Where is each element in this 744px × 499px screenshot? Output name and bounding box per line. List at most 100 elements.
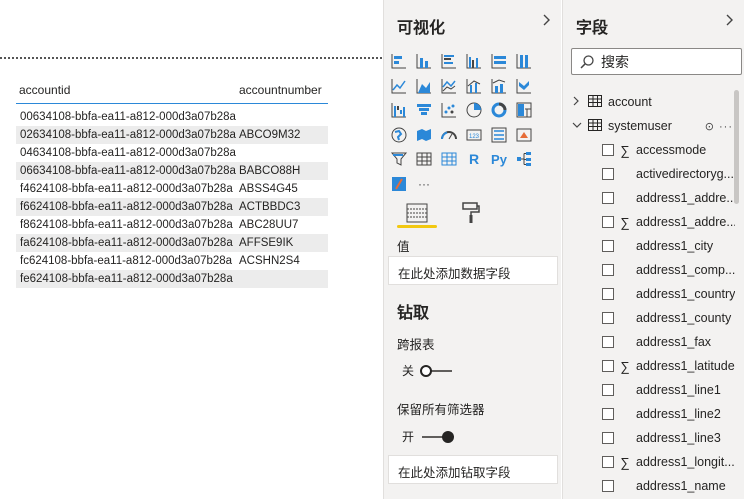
field-item[interactable]: ∑ address1_addre... xyxy=(563,210,735,234)
cross-report-state: 关 xyxy=(402,364,415,378)
field-checkbox[interactable] xyxy=(602,192,614,204)
stacked-bar-chart-icon[interactable] xyxy=(389,51,409,71)
values-drop-well[interactable]: 在此处添加数据字段 xyxy=(388,256,558,285)
field-item[interactable]: address1_city xyxy=(563,234,735,258)
waterfall-chart-icon[interactable] xyxy=(389,100,409,120)
kpi-icon[interactable] xyxy=(514,125,534,145)
field-name: address1_latitude xyxy=(636,359,735,373)
table-node-account[interactable]: account xyxy=(563,90,735,114)
cell-accountid: 00634108-bbfa-ea11-a812-000d3a07b28a xyxy=(20,111,236,123)
field-checkbox[interactable] xyxy=(602,288,614,300)
field-item[interactable]: address1_country xyxy=(563,282,735,306)
multi-row-card-icon[interactable] xyxy=(489,125,509,145)
clustered-bar-chart-icon[interactable] xyxy=(439,51,459,71)
area-chart-icon[interactable] xyxy=(414,76,434,96)
field-checkbox[interactable] xyxy=(602,264,614,276)
chevron-down-icon[interactable] xyxy=(572,120,586,132)
table-visual[interactable]: accountid accountnumber 00634108-bbfa-ea… xyxy=(16,78,328,288)
field-checkbox[interactable] xyxy=(602,216,614,228)
matrix-icon[interactable] xyxy=(439,149,459,169)
chevron-right-icon[interactable] xyxy=(572,96,586,109)
field-item[interactable]: address1_addre... xyxy=(563,186,735,210)
field-item[interactable]: address1_county xyxy=(563,306,735,330)
python-visual-icon[interactable]: Py xyxy=(489,149,509,169)
field-item[interactable]: address1_line2 xyxy=(563,402,735,426)
custom-visual-icon[interactable] xyxy=(389,174,409,194)
funnel-chart-icon[interactable] xyxy=(414,100,434,120)
filled-map-icon[interactable] xyxy=(414,125,434,145)
tab-fields[interactable] xyxy=(397,198,437,228)
more-visuals-icon[interactable]: ··· xyxy=(414,174,434,194)
field-checkbox[interactable] xyxy=(602,432,614,444)
field-item[interactable]: address1_fax xyxy=(563,330,735,354)
table-row[interactable]: 04634108-bbfa-ea11-a812-000d3a07b28a xyxy=(16,144,328,162)
table-row[interactable]: 02634108-bbfa-ea11-a812-000d3a07b28a ABCO… xyxy=(16,126,328,144)
table-icon[interactable] xyxy=(414,149,434,169)
field-item[interactable]: activedirectoryg... xyxy=(563,162,735,186)
field-checkbox[interactable] xyxy=(602,144,614,156)
pie-chart-icon[interactable] xyxy=(464,100,484,120)
table-row[interactable]: fa624108-bbfa-ea11-a812-000d3a07b28a AFFS… xyxy=(16,234,328,252)
stacked-area-chart-icon[interactable] xyxy=(439,76,459,96)
table-row[interactable]: f4624108-bbfa-ea11-a812-000d3a07b28a ABSS… xyxy=(16,180,328,198)
field-item[interactable]: ∑ address1_longit... xyxy=(563,450,735,474)
paint-roller-icon xyxy=(462,202,480,223)
card-icon[interactable]: 123 xyxy=(464,125,484,145)
slicer-icon[interactable] xyxy=(389,149,409,169)
field-checkbox[interactable] xyxy=(602,312,614,324)
table-row[interactable]: fc624108-bbfa-ea11-a812-000d3a07b28a ACSH… xyxy=(16,252,328,270)
line-stacked-column-icon[interactable] xyxy=(489,76,509,96)
cell-accountid: f4624108-bbfa-ea11-a812-000d3a07b28a xyxy=(20,183,233,195)
donut-chart-icon[interactable] xyxy=(489,100,509,120)
100-percent-column-chart-icon[interactable] xyxy=(514,51,534,71)
field-checkbox[interactable] xyxy=(602,240,614,252)
field-item[interactable]: address1_name xyxy=(563,474,735,498)
clustered-column-chart-icon[interactable] xyxy=(464,51,484,71)
cell-accountnumber: ACTBBDC3 xyxy=(239,201,301,213)
decomposition-tree-icon[interactable] xyxy=(514,149,534,169)
field-checkbox[interactable] xyxy=(602,384,614,396)
line-chart-icon[interactable] xyxy=(389,76,409,96)
tab-format[interactable] xyxy=(451,198,491,228)
treemap-icon[interactable] xyxy=(514,100,534,120)
table-row[interactable]: fe624108-bbfa-ea11-a812-000d3a07b28a xyxy=(16,270,328,288)
gauge-icon[interactable] xyxy=(439,125,459,145)
field-checkbox[interactable] xyxy=(602,456,614,468)
field-checkbox[interactable] xyxy=(602,168,614,180)
field-name: address1_name xyxy=(636,479,726,493)
field-item[interactable]: address1_line1 xyxy=(563,378,735,402)
field-checkbox[interactable] xyxy=(602,480,614,492)
field-item[interactable]: ∑ accessmode xyxy=(563,138,735,162)
column-header-accountnumber[interactable]: accountnumber xyxy=(239,83,328,97)
keep-filters-toggle[interactable]: 开 xyxy=(402,428,455,445)
field-checkbox[interactable] xyxy=(602,336,614,348)
search-input[interactable] xyxy=(601,53,731,70)
stacked-column-chart-icon[interactable] xyxy=(414,51,434,71)
line-clustered-column-icon[interactable] xyxy=(464,76,484,96)
map-icon[interactable] xyxy=(389,125,409,145)
table-row[interactable]: f6624108-bbfa-ea11-a812-000d3a07b28a ACTB… xyxy=(16,198,328,216)
chevron-right-icon[interactable] xyxy=(542,13,552,29)
ribbon-chart-icon[interactable] xyxy=(514,76,534,96)
100-percent-bar-chart-icon[interactable] xyxy=(489,51,509,71)
systemuser-fields: ∑ accessmode activedirectoryg... address1_a… xyxy=(563,138,735,498)
field-item[interactable]: address1_line3 xyxy=(563,426,735,450)
fields-search[interactable] xyxy=(571,48,742,75)
drillthrough-drop-well[interactable]: 在此处添加钻取字段 xyxy=(388,455,558,484)
column-header-accountid[interactable]: accountid xyxy=(16,83,239,97)
cross-report-toggle[interactable]: 关 xyxy=(402,362,453,379)
field-checkbox[interactable] xyxy=(602,360,614,372)
field-item[interactable]: address1_comp... xyxy=(563,258,735,282)
chevron-right-icon[interactable] xyxy=(725,13,735,29)
more-options-icon[interactable]: ⊙ ··· xyxy=(705,120,733,133)
table-row[interactable]: 06634108-bbfa-ea11-a812-000d3a07b28a BABC… xyxy=(16,162,328,180)
table-row[interactable]: 00634108-bbfa-ea11-a812-000d3a07b28a xyxy=(16,108,328,126)
fields-scrollbar[interactable] xyxy=(734,90,739,204)
scatter-chart-icon[interactable] xyxy=(439,100,459,120)
table-node-systemuser[interactable]: systemuser ⊙ ··· xyxy=(563,114,735,138)
field-checkbox[interactable] xyxy=(602,408,614,420)
table-row[interactable]: f8624108-bbfa-ea11-a812-000d3a07b28a ABC2… xyxy=(16,216,328,234)
field-item[interactable]: ∑ address1_latitude xyxy=(563,354,735,378)
r-visual-icon[interactable]: R xyxy=(464,149,484,169)
report-canvas[interactable]: accountid accountnumber 00634108-bbfa-ea… xyxy=(0,0,383,499)
